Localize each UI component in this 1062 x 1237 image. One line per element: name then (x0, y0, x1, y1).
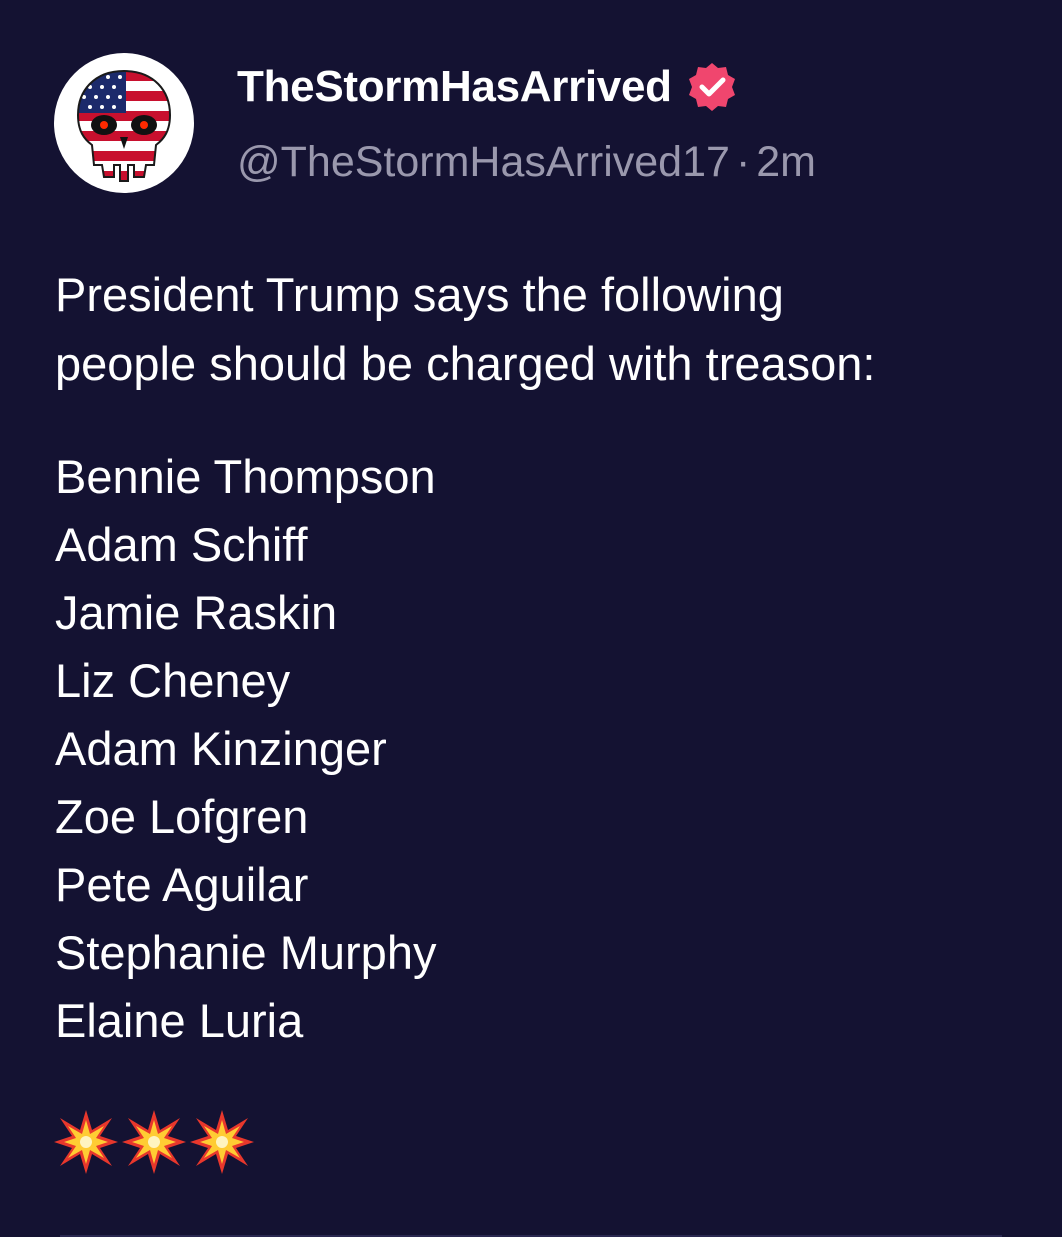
intro-line-2: people should be charged with treason: (55, 337, 876, 390)
collision-emoji-icon (190, 1110, 254, 1174)
collision-emoji-icon (122, 1110, 186, 1174)
emoji-row (52, 1108, 256, 1176)
punisher-skull-flag-icon (76, 69, 172, 182)
list-item: Pete Aguilar (55, 858, 309, 911)
verified-badge-icon (686, 61, 738, 113)
post-card: TheStormHasArrived @TheStormHasArrived17… (0, 0, 1062, 1237)
list-item: Elaine Luria (55, 994, 304, 1047)
post-intro: President Trump says the following peopl… (55, 260, 1045, 398)
display-name[interactable]: TheStormHasArrived (237, 62, 672, 112)
list-item: Jamie Raskin (55, 586, 338, 639)
list-item: Zoe Lofgren (55, 790, 309, 843)
names-list: Bennie Thompson Adam Schiff Jamie Raskin… (55, 443, 436, 1055)
handle[interactable]: @TheStormHasArrived17 (237, 138, 730, 186)
timestamp[interactable]: 2m (756, 138, 816, 186)
list-item: Stephanie Murphy (55, 926, 437, 979)
separator: · (735, 138, 751, 186)
avatar[interactable] (54, 53, 194, 193)
collision-emoji-icon (54, 1110, 118, 1174)
list-item: Adam Kinzinger (55, 722, 387, 775)
intro-line-1: President Trump says the following (55, 268, 784, 321)
author-row: TheStormHasArrived (237, 58, 738, 116)
list-item: Liz Cheney (55, 654, 291, 707)
list-item: Bennie Thompson (55, 450, 436, 503)
handle-row: @TheStormHasArrived17 · 2m (237, 138, 816, 187)
list-item: Adam Schiff (55, 518, 308, 571)
